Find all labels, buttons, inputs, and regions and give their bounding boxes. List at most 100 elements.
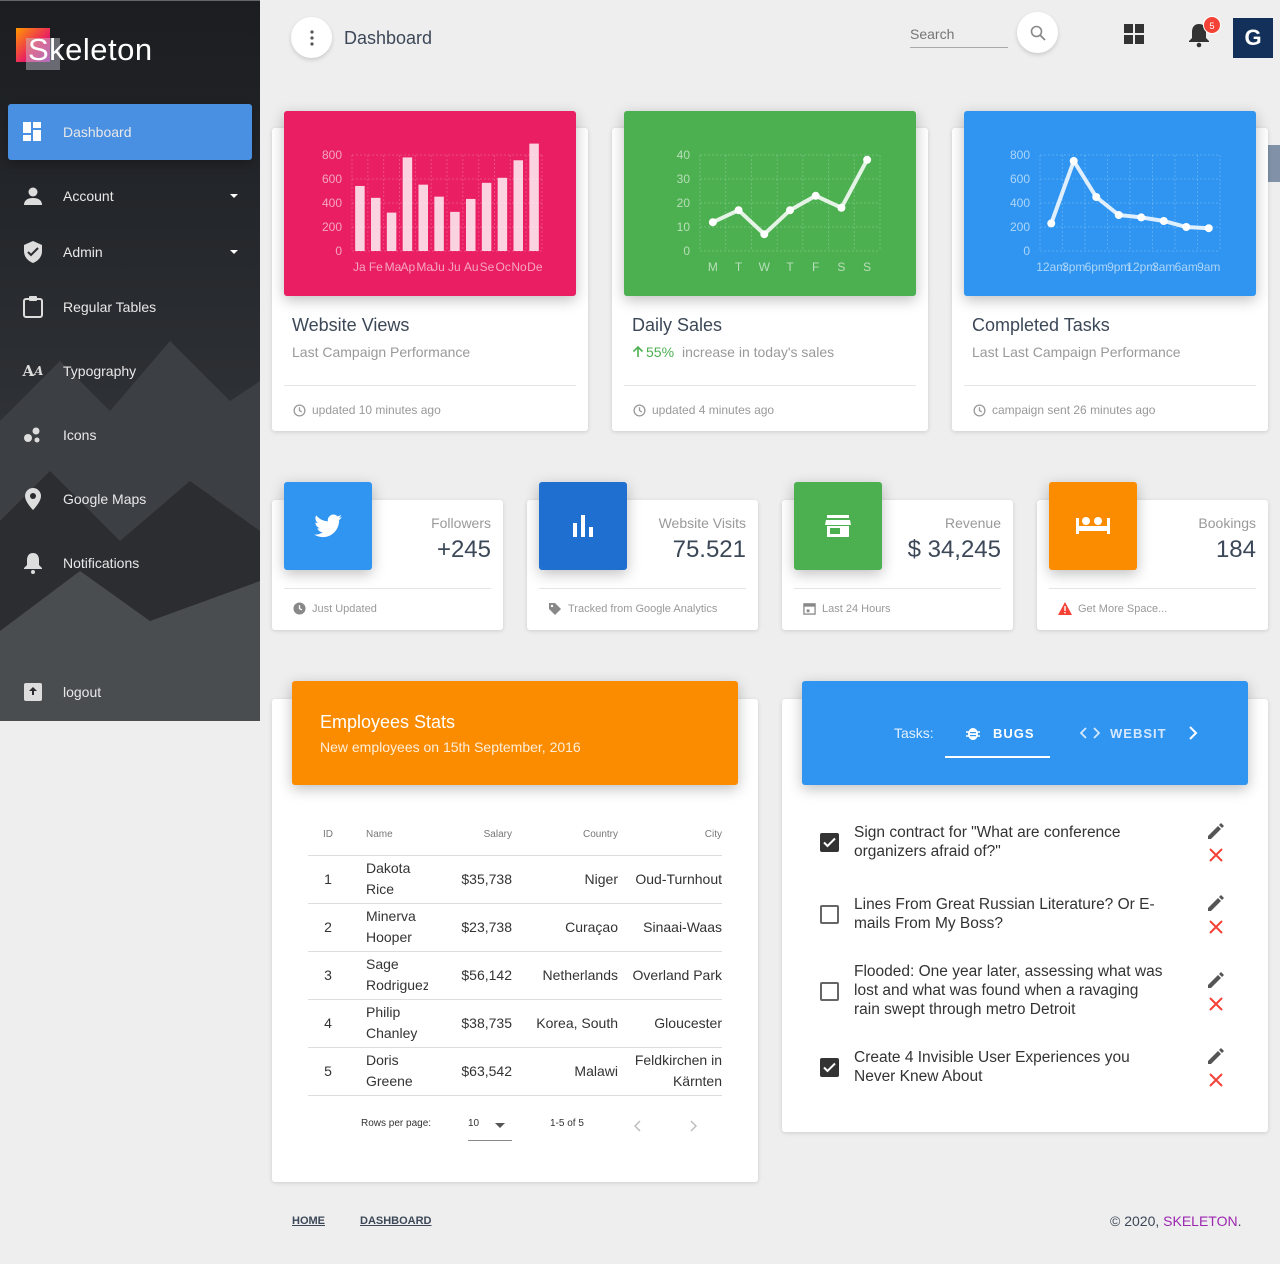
y-tick-label: 40 bbox=[677, 148, 691, 162]
sidebar-item-label: Regular Tables bbox=[63, 299, 157, 315]
column-header-id[interactable]: ID bbox=[308, 815, 348, 856]
cell-country: Curaçao bbox=[512, 903, 618, 952]
chevron-left-icon[interactable] bbox=[634, 1120, 642, 1132]
footer-link-dashboard[interactable]: DASHBOARD bbox=[360, 1215, 432, 1227]
tab-website[interactable]: WEBSIT bbox=[1078, 710, 1174, 758]
task-checkbox[interactable] bbox=[820, 833, 839, 852]
sidebar-item-account[interactable]: Account bbox=[8, 168, 252, 224]
bug-icon bbox=[966, 728, 980, 740]
rows-per-page-label: Rows per page: bbox=[361, 1118, 432, 1129]
x-tick-label: W bbox=[759, 260, 771, 274]
y-tick-label: 200 bbox=[1010, 220, 1030, 234]
employees-card-header bbox=[292, 681, 738, 785]
typography-icon: AA bbox=[22, 362, 44, 380]
task-item: Sign contract for "What are conference o… bbox=[820, 823, 1240, 893]
tab-bugs[interactable]: BUGS bbox=[945, 710, 1050, 758]
cell-country: Malawi bbox=[512, 1047, 618, 1096]
footer-link-home[interactable]: HOME bbox=[292, 1215, 325, 1227]
copyright-period: . bbox=[1237, 1213, 1242, 1229]
notification-count-badge: 5 bbox=[1203, 16, 1221, 34]
x-tick-label: Ap bbox=[401, 260, 416, 274]
cell-salary: $63,542 bbox=[428, 1047, 512, 1096]
column-header-country[interactable]: Country bbox=[512, 815, 618, 856]
x-tick-label: S bbox=[837, 260, 845, 274]
dashboard-icon[interactable] bbox=[1122, 22, 1146, 46]
edit-icon[interactable] bbox=[1206, 821, 1226, 841]
y-tick-label: 0 bbox=[683, 244, 690, 258]
sidebar-item-label: Google Maps bbox=[63, 491, 147, 507]
brand-logo[interactable]: Skeleton bbox=[16, 28, 216, 72]
x-tick-label: Fe bbox=[369, 260, 383, 274]
sidebar-item-notifications[interactable]: Notifications bbox=[8, 535, 252, 591]
x-tick-label: Se bbox=[480, 260, 495, 274]
shield-icon bbox=[22, 241, 44, 263]
sidebar-item-icons[interactable]: Icons bbox=[8, 407, 252, 463]
chevron-right-icon[interactable] bbox=[689, 1120, 697, 1132]
data-point bbox=[863, 155, 872, 164]
edit-icon[interactable] bbox=[1206, 893, 1226, 913]
sidebar-item-label: Notifications bbox=[63, 555, 140, 571]
sidebar-item-label: Account bbox=[63, 188, 114, 204]
close-icon[interactable] bbox=[1208, 1072, 1224, 1088]
series-line bbox=[712, 158, 869, 237]
search-button[interactable] bbox=[1017, 12, 1058, 53]
tasks-label: Tasks: bbox=[894, 725, 934, 741]
sidebar-item-admin[interactable]: Admin bbox=[8, 224, 252, 280]
task-checkbox[interactable] bbox=[820, 905, 839, 924]
sidebar-item-regular-tables[interactable]: Regular Tables bbox=[8, 279, 252, 335]
x-tick-label: No bbox=[511, 260, 527, 274]
stat-category: Website Visits bbox=[658, 515, 746, 531]
card-footer-text: updated 4 minutes ago bbox=[652, 403, 775, 417]
close-icon[interactable] bbox=[1208, 919, 1224, 935]
task-checkbox[interactable] bbox=[820, 1058, 839, 1077]
sidebar-item-label: Icons bbox=[63, 427, 97, 443]
stat-value: 75.521 bbox=[672, 536, 746, 563]
footer-brand-link[interactable]: SKELETON bbox=[1163, 1213, 1237, 1229]
data-point bbox=[811, 191, 820, 200]
sidebar-item-logout[interactable]: logout bbox=[8, 664, 252, 720]
copyright: © 2020, SKELETON. bbox=[1110, 1213, 1241, 1229]
stat-footer-link: Get More Space... bbox=[1078, 602, 1168, 615]
edit-icon[interactable] bbox=[1206, 970, 1226, 990]
data-point bbox=[1137, 213, 1146, 222]
cell-country: Niger bbox=[512, 855, 618, 904]
card-title: Website Views bbox=[292, 315, 410, 335]
cell-id: 5 bbox=[308, 1047, 348, 1096]
chart-bar bbox=[450, 211, 460, 251]
edit-icon[interactable] bbox=[1206, 1046, 1226, 1066]
data-point bbox=[1092, 193, 1101, 201]
stat-footer[interactable]: Get More Space... bbox=[1058, 602, 1167, 615]
chart-bar bbox=[434, 196, 444, 251]
sidebar-item-google-maps[interactable]: Google Maps bbox=[8, 471, 252, 527]
task-checkbox[interactable] bbox=[820, 982, 839, 1001]
column-header-salary[interactable]: Salary bbox=[428, 815, 512, 856]
copyright-text: © 2020, bbox=[1110, 1213, 1160, 1229]
avatar[interactable]: G bbox=[1233, 18, 1273, 58]
task-text: Flooded: One year later, assessing what … bbox=[854, 963, 1163, 1018]
cell-country: Netherlands bbox=[512, 951, 618, 1000]
data-point bbox=[1159, 217, 1168, 225]
chevron-right-icon[interactable] bbox=[1188, 726, 1198, 740]
card-footer-text: campaign sent 26 minutes ago bbox=[992, 403, 1156, 417]
task-item: Lines From Great Russian Literature? Or … bbox=[820, 895, 1240, 965]
daily-sales-line-chart: 40 30 20 10 0 M T W T F S S bbox=[677, 148, 881, 274]
sidebar-item-label: Dashboard bbox=[63, 124, 132, 140]
card-title: Completed Tasks bbox=[972, 315, 1110, 335]
y-tick-label: 400 bbox=[1010, 196, 1030, 210]
close-icon[interactable] bbox=[1208, 996, 1224, 1012]
column-header-name[interactable]: Name bbox=[348, 815, 428, 856]
divider bbox=[284, 385, 576, 386]
more-menu-button[interactable] bbox=[291, 17, 332, 58]
chart-bar bbox=[497, 177, 508, 251]
bell-icon bbox=[22, 552, 44, 574]
column-header-city[interactable]: City bbox=[618, 815, 722, 856]
employees-subtitle: New employees on 15th September, 2016 bbox=[320, 739, 581, 755]
search-input[interactable] bbox=[910, 20, 1008, 48]
sidebar-item-typography[interactable]: AA Typography bbox=[8, 343, 252, 399]
sidebar-item-label: logout bbox=[63, 684, 102, 700]
card-subtitle: Last Last Campaign Performance bbox=[972, 344, 1181, 360]
sidebar-item-dashboard[interactable]: Dashboard bbox=[8, 104, 252, 160]
close-icon[interactable] bbox=[1208, 847, 1224, 863]
cell-name: Dakota Rice bbox=[348, 855, 428, 904]
rows-per-page-select[interactable]: 10 bbox=[468, 1110, 512, 1141]
